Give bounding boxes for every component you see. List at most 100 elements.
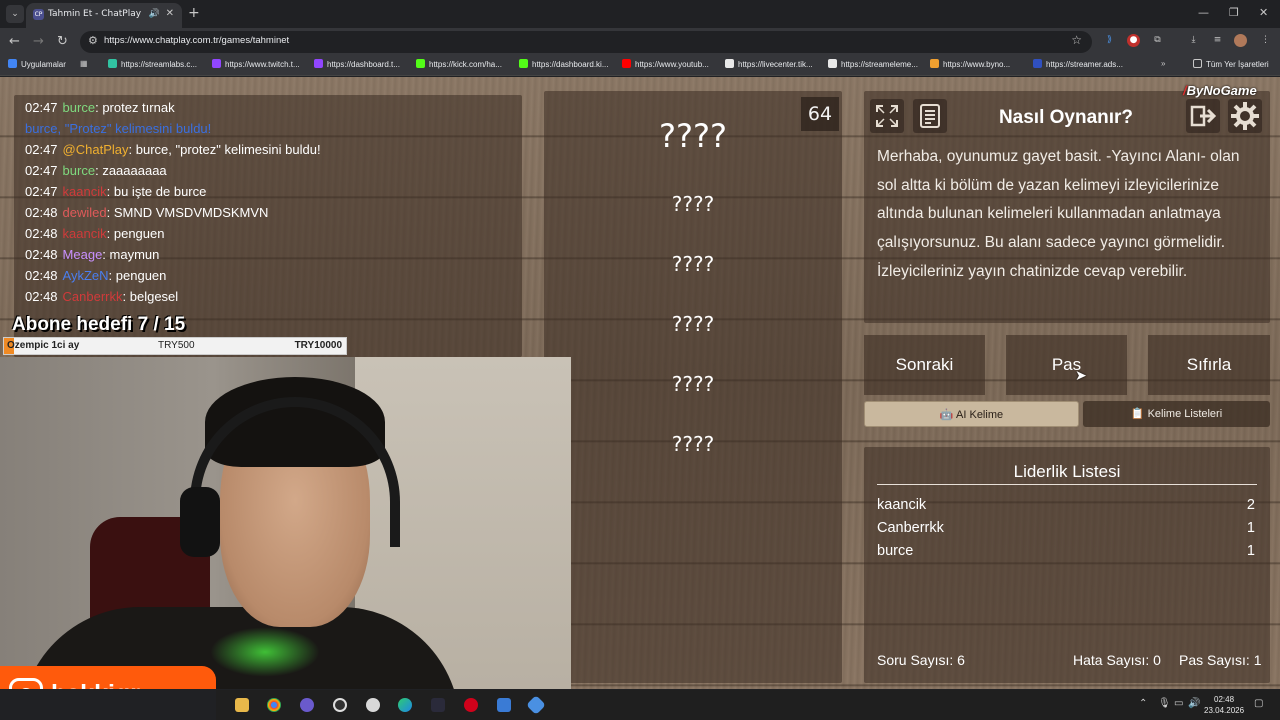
chat-username[interactable]: kaancik	[63, 226, 107, 241]
restore-icon[interactable]: ❐	[1229, 6, 1239, 19]
word-lists-button[interactable]: 📋 Kelime Listeleri	[1083, 401, 1270, 427]
leaderboard-divider	[877, 484, 1257, 485]
bynogame-logo: /ByNoGame	[1183, 83, 1257, 98]
obs-icon[interactable]	[333, 698, 347, 712]
chat-username[interactable]: Meage	[63, 247, 103, 262]
all-bookmarks-folder[interactable]: Tüm Yer İşaretleri	[1193, 59, 1269, 69]
tab-search-icon[interactable]: ⌄	[6, 5, 24, 23]
chat-timestamp: 02:48	[25, 289, 58, 304]
bookmark-item[interactable]: https://dashboard.t...	[314, 59, 400, 69]
goal-label: Ozempic 1ci ay	[7, 340, 80, 351]
opera-icon[interactable]	[464, 698, 478, 712]
bookmark-item[interactable]: https://streamer.ads...	[1033, 59, 1123, 69]
extension-icon[interactable]: ⟫	[1103, 34, 1116, 47]
grid-icon[interactable]: ▦	[80, 59, 88, 68]
file-explorer-icon[interactable]	[235, 698, 249, 712]
chat-message: 02:48 Canberrkk: belgesel	[25, 289, 178, 304]
chat-message: 02:47 @ChatPlay: burce, "protez" kelimesi…	[25, 142, 321, 157]
system-clock[interactable]: 02:48 23.04.2026	[1204, 694, 1244, 716]
settings-gear-icon[interactable]	[1228, 99, 1262, 133]
bookmark-star-icon[interactable]: ☆	[1071, 33, 1082, 47]
reload-icon[interactable]: ↻	[57, 33, 68, 51]
app-icon[interactable]	[497, 698, 511, 712]
next-button[interactable]: Sonraki	[864, 335, 985, 395]
download-icon[interactable]: ⤓	[1187, 34, 1200, 47]
extension-icon[interactable]: ●	[1127, 34, 1140, 47]
bookmark-item[interactable]: https://www.twitch.t...	[212, 59, 300, 69]
subscriber-goal-text: Abone hedefi 7 / 15	[12, 314, 186, 335]
chat-message: 02:48 Meage: maymun	[25, 247, 159, 262]
chat-text: zaaaaaaaa	[102, 163, 167, 178]
profile-avatar[interactable]	[1234, 34, 1247, 47]
forward-arrow-icon[interactable]: →	[33, 33, 44, 51]
word-list-icon[interactable]	[913, 99, 947, 133]
extensions-puzzle-icon[interactable]: ⧉	[1151, 34, 1164, 47]
microphone-icon[interactable]: 🎙	[1158, 698, 1171, 709]
chevron-up-icon[interactable]: ⌃	[1139, 698, 1147, 709]
app-icon[interactable]	[431, 698, 445, 712]
bookmark-item[interactable]: Uygulamalar	[8, 59, 66, 69]
robot-icon: 🤖	[939, 409, 957, 421]
exit-icon[interactable]	[1186, 99, 1220, 133]
chat-username[interactable]: Canberrkk	[63, 289, 123, 304]
chat-message: 02:47 burce: zaaaaaaaa	[25, 163, 167, 178]
bookmark-item[interactable]: https://www.youtub...	[622, 59, 709, 69]
reset-button[interactable]: Sıfırla	[1148, 335, 1270, 395]
bynogame-icon	[930, 59, 939, 68]
url-text: https://www.chatplay.com.tr/games/tahmin…	[104, 35, 290, 46]
bookmark-item[interactable]: https://kick.com/ha...	[416, 59, 502, 69]
bookmark-item[interactable]: https://livecenter.tik...	[725, 59, 813, 69]
app-icon[interactable]	[526, 695, 546, 715]
chat-username[interactable]: kaancik	[63, 184, 107, 199]
chat-username[interactable]: AykZeN	[63, 268, 109, 283]
webcam-feed	[0, 357, 571, 689]
mouse-cursor-icon: ➤	[1075, 368, 1087, 384]
media-list-icon[interactable]: ≡	[1211, 34, 1224, 47]
chat-username[interactable]: burce	[63, 100, 96, 115]
ai-word-button[interactable]: 🤖 AI Kelime	[864, 401, 1079, 427]
back-arrow-icon[interactable]: ←	[9, 33, 20, 51]
new-tab-plus-icon[interactable]: +	[188, 5, 200, 21]
notification-icon[interactable]: ▢	[1254, 698, 1263, 709]
ads-icon	[1033, 59, 1042, 68]
window-close-icon[interactable]: ✕	[1259, 6, 1268, 19]
chat-timestamp: 02:48	[25, 247, 58, 262]
bookmark-item[interactable]: https://www.byno...	[930, 59, 1010, 69]
chrome-icon[interactable]	[267, 698, 281, 712]
tab-active[interactable]: CP Tahmin Et - ChatPlay 🔊 ✕	[26, 3, 182, 28]
twitch-icon	[314, 59, 323, 68]
leaderboard-panel	[864, 447, 1270, 683]
how-to-play-title: Nasıl Oynanır?	[998, 107, 1134, 128]
fullscreen-icon[interactable]	[870, 99, 904, 133]
chevron-right-icon[interactable]: »	[1161, 59, 1165, 68]
discord-icon[interactable]	[300, 698, 314, 712]
monitor-icon[interactable]: ▭	[1174, 698, 1183, 709]
bookmark-item[interactable]: https://streamlabs.c...	[108, 59, 197, 69]
chat-timestamp: 02:48	[25, 205, 58, 220]
speaker-icon[interactable]: 🔊	[149, 3, 160, 25]
chat-username[interactable]: dewiled	[63, 205, 107, 220]
game-page: 02:47 burce: protez tırnak burce, "Protez"…	[0, 77, 1280, 689]
bookmark-item[interactable]: https://dashboard.ki...	[519, 59, 609, 69]
chat-username[interactable]: burce	[63, 163, 96, 178]
more-menu-icon[interactable]: ⋮	[1259, 34, 1272, 47]
site-info-icon[interactable]: ⚙	[88, 34, 98, 47]
address-bar[interactable]: ⚙ https://www.chatplay.com.tr/games/tahm…	[80, 31, 1092, 53]
app-icon[interactable]	[366, 698, 380, 712]
kick-icon	[519, 59, 528, 68]
bookmark-item[interactable]: https://streameleme...	[828, 59, 918, 69]
close-tab-icon[interactable]: ✕	[166, 3, 174, 25]
chat-timestamp: 02:47	[25, 142, 58, 157]
question-count: Soru Sayısı: 6	[877, 652, 965, 668]
volume-icon[interactable]: 🔊	[1188, 698, 1200, 709]
pass-button[interactable]: Pas	[1006, 335, 1127, 395]
minimize-icon[interactable]: —	[1198, 6, 1209, 19]
chat-username[interactable]: @ChatPlay	[63, 142, 129, 157]
edge-icon[interactable]	[398, 698, 412, 712]
forbidden-word: ????	[671, 432, 715, 456]
forbidden-word: ????	[671, 192, 715, 216]
forbidden-word: ????	[671, 312, 715, 336]
goal-target: TRY10000	[294, 340, 342, 351]
clipboard-icon: 📋	[1130, 408, 1148, 420]
youtube-icon	[622, 59, 631, 68]
